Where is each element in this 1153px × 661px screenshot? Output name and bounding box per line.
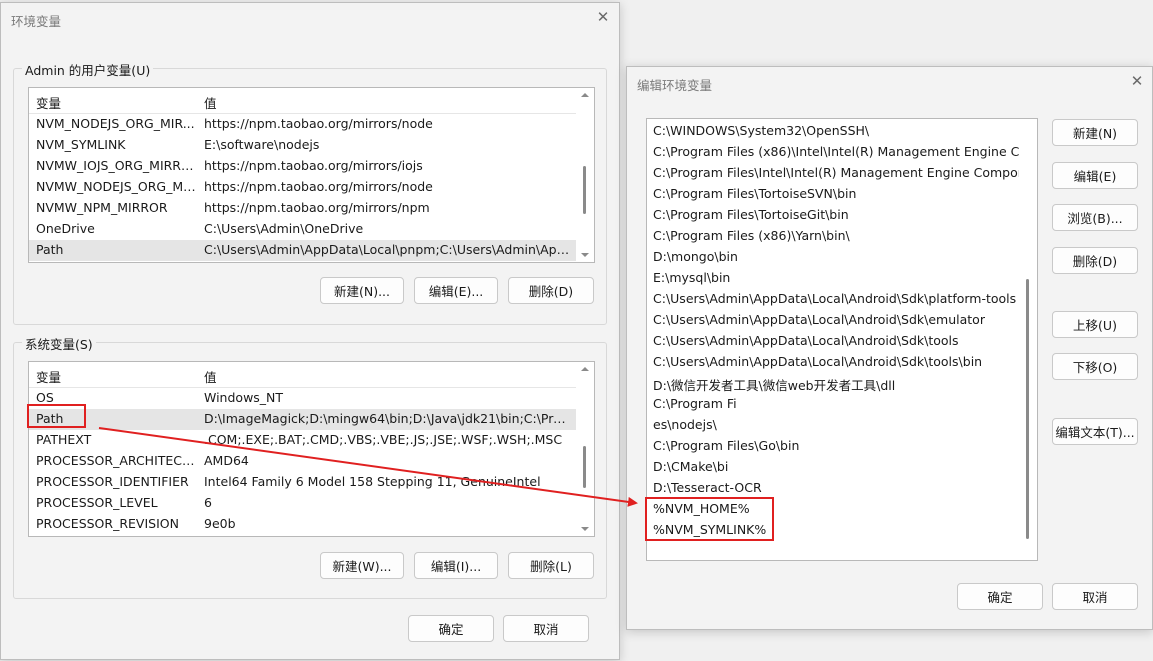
annotation-arrow (98, 427, 638, 507)
